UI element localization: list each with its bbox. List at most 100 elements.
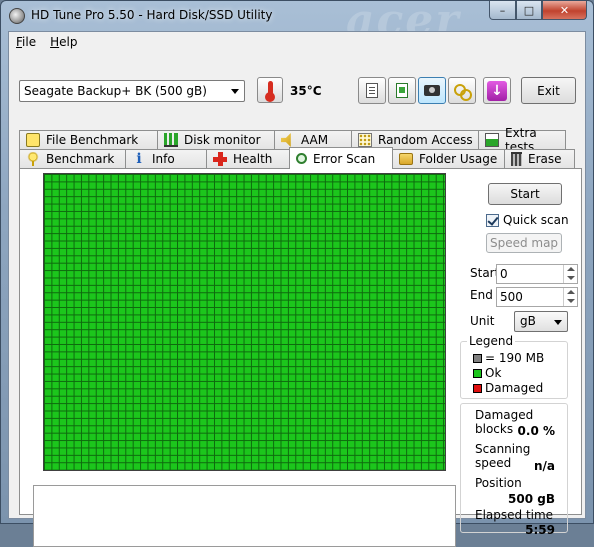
info-icon: i [136,151,142,167]
app-window: HD Tune Pro 5.50 - Hard Disk/SSD Utility… [0,0,594,547]
checkbox-checked-icon [486,213,499,227]
error-scan-panel: Start Quick scan Speed map Start 0 End 5… [19,168,582,547]
speed-map-button[interactable]: Speed map [486,233,562,253]
minimize-button[interactable]: – [489,1,516,20]
tab-label: Disk monitor [184,133,261,147]
spinner-arrows-icon[interactable] [563,288,577,306]
spinner-arrows-icon[interactable] [563,265,577,283]
start-field-label: Start [470,266,500,280]
elapsed-time-label: Elapsed time [475,508,554,522]
legend-item-ok: Ok [473,366,501,380]
green-swatch-icon [473,368,482,378]
save-down-icon: ↓ [487,80,507,101]
window-controls: – □ ✕ [489,1,587,20]
extra-tests-icon [485,133,499,147]
tab-file-benchmark[interactable]: File Benchmark [19,130,158,149]
screenshot-button[interactable] [418,77,446,104]
legend-item-unit: = 190 MB [473,351,544,365]
disk-monitor-icon [164,133,178,147]
tab-erase[interactable]: Erase [504,149,575,168]
title-bar[interactable]: HD Tune Pro 5.50 - Hard Disk/SSD Utility… [1,0,593,46]
client-area: File Help Seagate Backup+ BK (500 gB) 35… [8,31,586,547]
tab-error-scan[interactable]: Error Scan [289,147,393,169]
red-swatch-icon [473,383,482,393]
tab-label: Benchmark [46,152,115,166]
start-input[interactable]: 0 [496,264,578,284]
chevron-down-icon [231,89,239,94]
scan-log-box[interactable] [33,485,456,547]
position-label: Position [475,476,522,490]
tab-label: Info [152,152,175,166]
folder-icon [399,153,413,165]
scan-block-grid [44,174,445,470]
exit-button[interactable]: Exit [521,77,576,104]
legend-title: Legend [467,334,516,348]
tab-label: File Benchmark [46,133,139,147]
maximize-button[interactable]: □ [516,1,542,20]
legend-label: = 190 MB [485,351,545,365]
unit-select-value: gB [520,314,536,328]
tab-folder-usage[interactable]: Folder Usage [392,149,505,168]
drive-select[interactable]: Seagate Backup+ BK (500 gB) [19,80,245,102]
window-title: HD Tune Pro 5.50 - Hard Disk/SSD Utility [31,8,273,22]
copy-info-icon [366,83,378,98]
tab-label: AAM [301,133,329,147]
temperature-value: 35°C [290,84,322,98]
scan-block-map [43,173,446,471]
menu-bar: File Help [9,32,585,52]
health-cross-icon [213,152,227,166]
copy-screen-button[interactable] [388,77,416,104]
tab-extra-tests[interactable]: Extra tests [478,126,566,154]
menu-help[interactable]: Help [43,35,84,49]
temperature-button[interactable] [257,77,283,103]
position-value: 500 gB [508,492,555,506]
tab-health[interactable]: Health [206,149,290,168]
tab-row-front: Benchmark i Info Health Error Scan Folde… [19,147,575,169]
quick-scan-checkbox[interactable]: Quick scan [486,213,569,227]
end-input-value: 500 [500,290,523,304]
elapsed-time-value: 5:59 [525,523,555,537]
app-disk-icon[interactable] [9,8,25,24]
save-button[interactable]: ↓ [483,77,511,104]
menu-file[interactable]: File [9,35,43,49]
legend-item-damaged: Damaged [473,381,543,395]
quick-scan-label: Quick scan [503,213,569,227]
end-field-label: End [470,288,493,302]
tab-benchmark[interactable]: Benchmark [19,149,126,168]
copy-info-button[interactable] [358,77,386,104]
speaker-icon [281,133,291,147]
close-button[interactable]: ✕ [542,1,587,20]
drive-select-value: Seagate Backup+ BK (500 gB) [24,84,207,98]
tab-label: Erase [528,152,562,166]
options-chain-icon [454,83,472,101]
toolbar: Seagate Backup+ BK (500 gB) 35°C ↓ Exit [9,52,585,124]
gray-swatch-icon [473,353,482,363]
legend-label: Damaged [485,381,544,395]
benchmark-icon [26,152,40,166]
unit-select[interactable]: gB [514,311,568,332]
magnifier-icon [296,153,307,164]
scanning-speed-value: n/a [533,459,555,473]
legend-label: Ok [485,366,502,380]
random-access-icon [358,133,372,147]
trash-icon [511,152,522,166]
tab-info[interactable]: i Info [125,149,207,168]
tab-disk-monitor[interactable]: Disk monitor [157,130,275,149]
legend-group: Legend = 190 MB Ok Damaged [460,334,568,399]
damaged-blocks-value: 0.0 % [517,424,555,438]
tab-label: Random Access [378,133,473,147]
tab-label: Health [233,152,273,166]
start-button[interactable]: Start [488,183,562,205]
file-benchmark-icon [26,133,40,147]
tab-label: Folder Usage [419,152,498,166]
options-button[interactable] [448,77,476,104]
tab-label: Error Scan [313,151,376,166]
screenshot-camera-icon [424,85,440,96]
scan-controls: Start Quick scan Speed map Start 0 End 5… [456,169,580,537]
thermometer-bulb [265,92,275,102]
chevron-down-icon [554,320,562,325]
end-input[interactable]: 500 [496,287,578,307]
scan-statistics: Damaged blocks 0.0 % Scanning speed n/a … [460,403,568,537]
start-input-value: 0 [500,267,508,281]
copy-screen-icon [396,83,408,98]
